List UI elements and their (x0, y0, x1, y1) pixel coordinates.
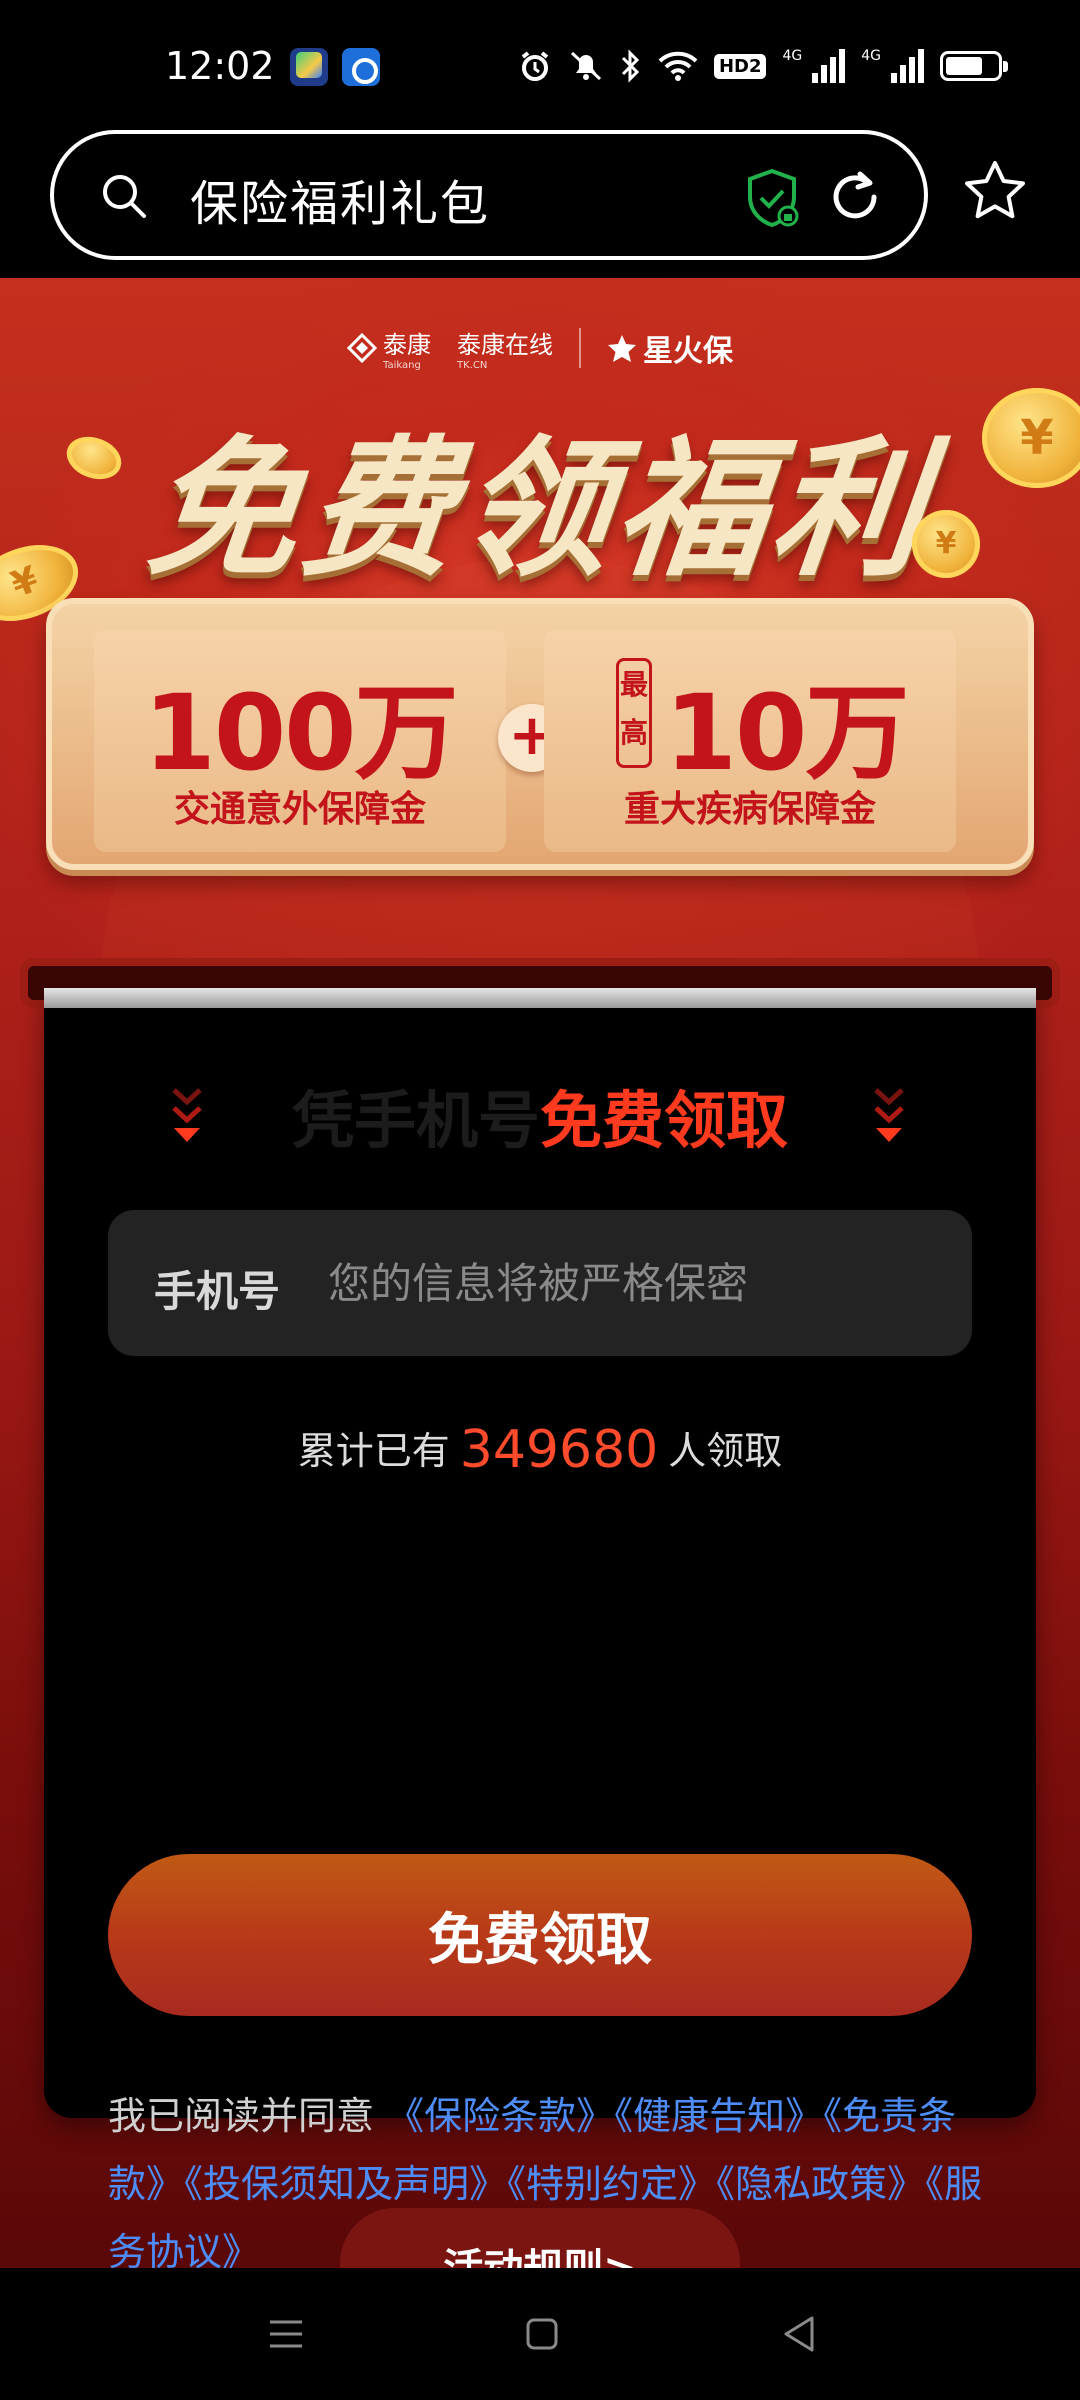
down-arrows-icon (874, 1088, 904, 1142)
claim-button[interactable]: 免费领取 (108, 1854, 972, 2016)
signal-icon-1 (812, 49, 846, 83)
menu-icon[interactable] (262, 2310, 310, 2358)
prize-card: 100万 交通意外保障金 + 最高 10万 重大疾病保障金 (46, 598, 1034, 870)
prize-accident: 100万 交通意外保障金 (94, 630, 506, 852)
brand-logos: 泰康 Taikang 泰康在线 TK.CN 星火保 (0, 318, 1080, 378)
counter-prefix: 累计已有 (297, 1429, 450, 1473)
coin-decoration: ¥ (912, 510, 980, 578)
brand-divider (579, 328, 581, 368)
video-app-icon (290, 48, 328, 86)
status-bar: 12:02 HD2 4G 4G (0, 0, 1080, 130)
hd-badge: HD2 (713, 53, 767, 79)
signup-form: 凭手机号免费领取 手机号 累计已有349680人领取 免费领取 我已阅读并同意 … (44, 988, 1036, 2268)
network-label-1: 4G (782, 48, 803, 64)
prize-illness: 最高 10万 重大疾病保障金 (544, 630, 956, 852)
browser-app-icon (342, 48, 380, 86)
claim-counter: 累计已有 349680 人领取 (44, 1420, 1036, 1480)
brand-tkcn-name: 泰康在线 (457, 331, 553, 359)
prize-illness-amount: 10万 (664, 672, 910, 794)
browser-bar: 保险福利礼包 (0, 130, 1080, 278)
taikang-logo-icon (347, 333, 377, 363)
battery-icon (940, 51, 1008, 81)
status-indicators: HD2 4G 4G (518, 44, 1008, 88)
wifi-icon (658, 51, 698, 81)
phone-input[interactable] (326, 1240, 926, 1326)
link-special-terms[interactable]: 《特别约定》 (507, 2162, 716, 2206)
network-label-2: 4G (861, 48, 881, 64)
brand-taikang-name: 泰康 (383, 331, 431, 359)
status-time: 12:02 (165, 44, 275, 88)
link-insurance-terms[interactable]: 《保险条款》 (386, 2094, 614, 2138)
phone-label: 手机号 (154, 1267, 281, 1316)
brand-tkcn-sub: TK.CN (457, 360, 488, 371)
prize-illness-desc: 重大疾病保障金 (623, 789, 876, 830)
signal-icon-2 (891, 49, 924, 83)
link-privacy-policy[interactable]: 《隐私政策》 (716, 2162, 925, 2206)
refresh-icon[interactable] (826, 168, 884, 226)
back-icon[interactable] (776, 2310, 824, 2358)
link-health-notice[interactable]: 《健康告知》 (614, 2094, 823, 2138)
prize-accident-desc: 交通意外保障金 (173, 789, 426, 830)
counter-number: 349680 (459, 1420, 659, 1480)
system-nav-bar (0, 2268, 1080, 2400)
form-heading-highlight: 免费领取 (540, 1084, 789, 1157)
bookmark-star-icon[interactable] (962, 158, 1028, 224)
agreement-prefix: 我已阅读并同意 (108, 2094, 375, 2138)
hero-title: 免费领福利 (139, 423, 938, 597)
form-heading-prefix: 凭手机号 (291, 1084, 540, 1157)
counter-suffix: 人领取 (668, 1429, 783, 1473)
bluetooth-icon (621, 49, 640, 83)
phone-field: 手机号 (108, 1210, 972, 1356)
address-text: 保险福利礼包 (190, 176, 491, 232)
link-policy-notice[interactable]: 《投保须知及声明》 (184, 2162, 507, 2206)
search-icon (103, 175, 146, 218)
home-icon[interactable] (518, 2310, 566, 2358)
web-page: 泰康 Taikang 泰康在线 TK.CN 星火保 免费领福利 ¥ ¥ ¥ 100万… (0, 278, 1080, 2268)
brand-xinghuobao-name: 星火保 (643, 334, 733, 369)
address-bar[interactable]: 保险福利礼包 (50, 130, 928, 260)
star-logo-icon (608, 335, 636, 362)
form-card-edge (44, 988, 1036, 1008)
brand-taikang-sub: Taikang (383, 360, 421, 371)
mute-icon (570, 51, 601, 81)
brand-tkcn: 泰康在线 TK.CN (457, 325, 553, 371)
prize-accident-amount: 100万 (143, 672, 458, 794)
brand-taikang: 泰康 Taikang (347, 325, 431, 371)
security-shield-icon[interactable] (744, 168, 800, 228)
brand-xinghuobao: 星火保 (607, 326, 733, 370)
alarm-icon (521, 51, 549, 81)
